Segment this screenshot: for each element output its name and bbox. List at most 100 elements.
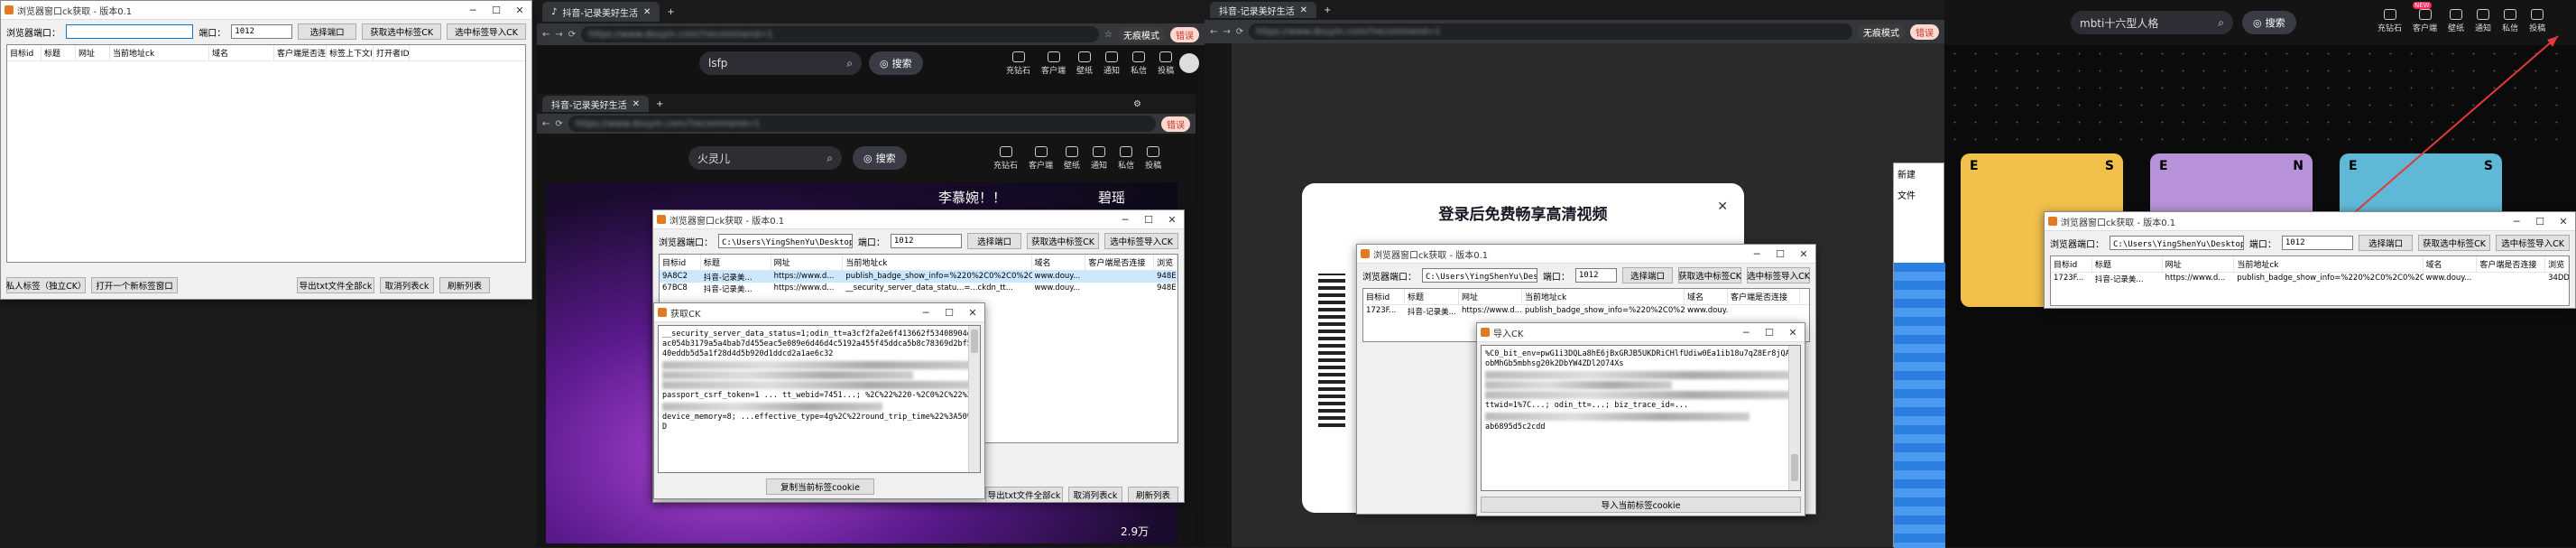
reload-icon[interactable]: ⟳ <box>1236 27 1243 37</box>
cancel-list-button[interactable]: 取消列表ck <box>1068 487 1122 502</box>
col-header[interactable]: 网址 <box>771 255 844 270</box>
maximize-icon[interactable]: ☐ <box>2528 216 2552 228</box>
col-header[interactable]: 域名 <box>1685 289 1728 304</box>
qr-code[interactable] <box>1318 274 1345 427</box>
client-nav[interactable]: 客户端 <box>1029 146 1053 171</box>
minimize-icon[interactable]: ─ <box>1113 214 1137 226</box>
search-button[interactable]: ◎ 搜索 <box>853 146 907 170</box>
export-txt-button[interactable]: 导出txt文件全部ck <box>297 277 374 293</box>
minimize-icon[interactable]: ─ <box>1734 327 1758 339</box>
col-header[interactable]: 目标id <box>660 255 701 270</box>
browser-port-input[interactable]: C:\Users\YingShenYu\Desktop\测试\CK <box>2110 236 2244 250</box>
upload-nav[interactable]: 投稿 <box>1158 51 1174 76</box>
minimize-icon[interactable]: ─ <box>2505 216 2528 228</box>
refresh-list-button[interactable]: 刷新列表 <box>439 277 490 293</box>
error-badge[interactable]: 错误 <box>1910 23 1939 40</box>
forward-icon[interactable]: → <box>1223 27 1230 37</box>
browser-2-tab[interactable]: 抖音-记录美好生活 ✕ <box>542 96 649 112</box>
col-header[interactable]: 域名 <box>1032 255 1086 270</box>
export-txt-button[interactable]: 导出txt文件全部ck <box>985 487 1063 502</box>
col-header[interactable]: 网址 <box>2163 256 2235 272</box>
col-header[interactable]: 打开者ID <box>374 45 410 60</box>
col-header[interactable]: 浏览 <box>1154 255 1177 270</box>
url-field[interactable]: https://www.douyin.com/?recommend=1 <box>581 26 1100 42</box>
col-header[interactable]: 标题 <box>42 45 76 60</box>
open-new-tag-button[interactable]: 打开一个新标签窗口 <box>91 277 178 293</box>
new-tab-icon[interactable]: + <box>667 7 674 17</box>
import-selected-ck-button[interactable]: 选中标签导入CK <box>1104 233 1178 249</box>
message-nav[interactable]: 私信 <box>1118 146 1134 171</box>
refresh-list-button[interactable]: 刷新列表 <box>1128 487 1178 502</box>
recharge-nav[interactable]: 充钻石 <box>1006 51 1030 76</box>
col-header[interactable]: 浏览 <box>2545 256 2569 272</box>
get-selected-ck-button[interactable]: 获取选中标签CK <box>1027 233 1099 249</box>
incognito-badge[interactable]: 无痕模式 <box>1858 23 1905 40</box>
port-input[interactable]: 1012 <box>2281 236 2354 250</box>
maximize-icon[interactable]: ☐ <box>1758 327 1781 339</box>
scrollbar[interactable] <box>1788 346 1800 490</box>
forward-icon[interactable]: → <box>555 30 562 40</box>
notify-nav[interactable]: 通知 <box>1091 146 1107 171</box>
col-header[interactable]: 客户端是否连接 <box>1085 255 1155 270</box>
search-icon[interactable]: ⌕ <box>846 57 853 70</box>
import-cookie-button[interactable]: 导入当前标签cookie <box>1481 497 1801 513</box>
col-header[interactable]: 当前地址ck <box>110 45 209 60</box>
reload-icon[interactable]: ⟳ <box>555 119 562 129</box>
recharge-nav[interactable]: 充钻石 <box>993 146 1018 171</box>
col-header[interactable]: 目标id <box>1363 289 1405 304</box>
close-tab-icon[interactable]: ✕ <box>632 99 640 109</box>
browser-port-input[interactable]: C:\Users\YingShenYu\Desktop\测试\CK <box>718 234 853 248</box>
cookie-textarea[interactable]: __security_server_data_status=1;odin_tt=… <box>658 325 981 473</box>
message-nav[interactable]: 私信 <box>1131 51 1147 76</box>
search-input[interactable]: 火灵儿 ⌕ <box>688 146 842 170</box>
close-icon[interactable]: ✕ <box>961 307 984 319</box>
get-selected-ck-button[interactable]: 获取选中标签CK <box>1678 267 1741 283</box>
bookmark-star-icon[interactable]: ☆ <box>1104 30 1113 40</box>
copy-cookie-button[interactable]: 复制当前标签cookie <box>766 478 874 495</box>
col-header[interactable]: 域名 <box>209 45 274 60</box>
browser-port-input[interactable]: C:\Users\YingShenYu\Desktop\测试\CI <box>1422 268 1537 283</box>
close-tab-icon[interactable]: ✕ <box>1300 5 1307 15</box>
close-icon[interactable]: ✕ <box>1160 214 1184 226</box>
scrollbar-thumb[interactable] <box>1791 454 1798 481</box>
wallpaper-nav[interactable]: 壁纸 <box>1076 51 1093 76</box>
table-row[interactable]: 1723F... 抖音-记录美... https://www.d... publ… <box>2051 273 2569 284</box>
browser-port-input[interactable] <box>66 24 194 39</box>
private-tag-button[interactable]: 私人标签（独立CK） <box>6 277 86 293</box>
search-button[interactable]: ◎ 搜索 <box>869 51 923 75</box>
maximize-icon[interactable]: ☐ <box>1768 248 1792 260</box>
col-header[interactable]: 客户端是否连接 <box>1728 289 1800 304</box>
col-header[interactable]: 客户端是否连接 <box>2477 256 2546 272</box>
close-icon[interactable]: ✕ <box>1792 248 1815 260</box>
maximize-icon[interactable]: ☐ <box>485 5 508 16</box>
reload-icon[interactable]: ⟳ <box>568 30 576 40</box>
tab-list-table[interactable]: 目标id 标题 网址 当前地址ck 域名 客户端是否连接 标签上下文ID 打开者… <box>6 44 526 263</box>
error-badge[interactable]: 错误 <box>1170 26 1199 42</box>
table-row[interactable]: 1723F... 抖音-记录美... https://www.d... publ… <box>1363 305 1809 317</box>
notify-nav[interactable]: 通知 <box>1103 51 1120 76</box>
new-tab-icon[interactable]: + <box>656 99 663 109</box>
select-port-button[interactable]: 选择端口 <box>2359 235 2413 251</box>
get-selected-ck-button[interactable]: 获取选中标签CK <box>362 23 442 40</box>
search-input[interactable]: lsfp ⌕ <box>699 51 862 75</box>
incognito-badge[interactable]: 无痕模式 <box>1118 26 1165 42</box>
explorer-new-label[interactable]: 新建 <box>1894 163 1944 184</box>
close-tab-icon[interactable]: ✕ <box>643 7 651 17</box>
get-selected-ck-button[interactable]: 获取选中标签CK <box>2418 235 2490 251</box>
select-port-button[interactable]: 选择端口 <box>967 233 1021 249</box>
import-selected-ck-button[interactable]: 选中标签导入CK <box>2496 235 2570 251</box>
search-icon[interactable]: ⌕ <box>826 152 833 165</box>
url-field[interactable]: https://www.douyin.com/?recommend=1 <box>568 116 1156 132</box>
back-icon[interactable]: ← <box>542 119 549 129</box>
browser-3-tab[interactable]: 抖音-记录美好生活 ✕ <box>1210 2 1316 18</box>
maximize-icon[interactable]: ☐ <box>937 307 961 319</box>
port-input[interactable]: 1012 <box>890 234 963 248</box>
maximize-icon[interactable]: ☐ <box>1137 214 1160 226</box>
back-icon[interactable]: ← <box>1210 27 1217 37</box>
minimize-icon[interactable]: ─ <box>1745 248 1768 260</box>
port-input[interactable]: 1012 <box>1574 268 1617 283</box>
close-icon[interactable]: ✕ <box>508 5 531 16</box>
import-cookie-textarea[interactable]: %C0_bit_env=pwG1i3DQLa8hE6jBxGRJB5UKDRiC… <box>1481 345 1801 491</box>
url-field[interactable]: https://www.douyin.com/?recommend=1 <box>1249 23 1852 40</box>
explorer-file-menu[interactable]: 文件 <box>1894 184 1944 205</box>
